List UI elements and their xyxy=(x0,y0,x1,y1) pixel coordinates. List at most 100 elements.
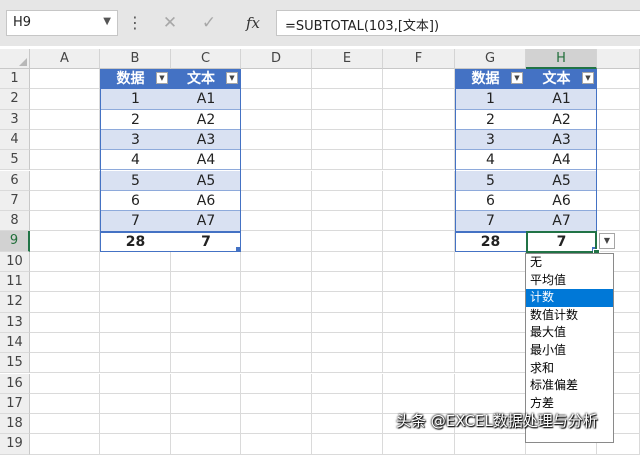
enter-icon[interactable]: ✓ xyxy=(199,10,219,36)
column-header-b[interactable]: B xyxy=(100,49,171,69)
grid-cell[interactable] xyxy=(30,190,100,212)
grid-cell[interactable] xyxy=(383,69,455,90)
right-table-cell-data[interactable]: 2 xyxy=(455,109,526,130)
total-dropdown-button[interactable]: ▼ xyxy=(599,233,615,250)
menu-item-6[interactable]: 求和 xyxy=(526,360,613,378)
left-table-cell-data[interactable]: 4 xyxy=(100,150,171,171)
grid-cell[interactable] xyxy=(241,434,312,455)
right-table-total-data[interactable]: 28 xyxy=(455,231,526,252)
grid-cell[interactable] xyxy=(455,373,526,394)
grid-cell[interactable] xyxy=(241,211,312,232)
left-table-total-data[interactable]: 28 xyxy=(100,231,171,252)
row-header-7[interactable]: 7 xyxy=(0,190,30,212)
row-header-5[interactable]: 5 xyxy=(0,150,30,171)
grid-cell[interactable] xyxy=(100,393,171,415)
more-options-icon[interactable]: ⋮ xyxy=(127,10,143,36)
grid-cell[interactable] xyxy=(597,150,640,171)
grid-cell[interactable] xyxy=(171,353,241,374)
grid-cell[interactable] xyxy=(100,292,171,313)
right-table-cell-data[interactable]: 3 xyxy=(455,129,526,151)
grid-cell[interactable] xyxy=(30,393,100,415)
grid-cell[interactable] xyxy=(241,272,312,293)
menu-item-1[interactable]: 平均值 xyxy=(526,272,613,290)
column-header-d[interactable]: D xyxy=(241,49,312,69)
grid-cell[interactable] xyxy=(383,292,455,313)
grid-cell[interactable] xyxy=(30,251,100,272)
grid-cell[interactable] xyxy=(383,190,455,212)
grid-cell[interactable] xyxy=(455,332,526,354)
row-header-17[interactable]: 17 xyxy=(0,393,30,415)
grid-cell[interactable] xyxy=(383,211,455,232)
grid-cell[interactable] xyxy=(30,129,100,151)
left-table-cell-text[interactable]: A5 xyxy=(171,170,241,191)
right-table-cell-text[interactable]: A4 xyxy=(526,150,597,171)
grid-cell[interactable] xyxy=(597,170,640,191)
grid-cell[interactable] xyxy=(455,251,526,272)
insert-function-button[interactable]: fx xyxy=(240,10,266,36)
column-header-e[interactable]: E xyxy=(312,49,383,69)
menu-item-7[interactable]: 标准偏差 xyxy=(526,377,613,395)
grid-cell[interactable] xyxy=(241,231,312,252)
grid-cell[interactable] xyxy=(312,150,383,171)
left-table-cell-data[interactable]: 3 xyxy=(100,129,171,151)
grid-cell[interactable] xyxy=(171,434,241,455)
grid-cell[interactable] xyxy=(383,272,455,293)
grid-cell[interactable] xyxy=(171,272,241,293)
row-header-10[interactable]: 10 xyxy=(0,251,30,272)
grid-cell[interactable] xyxy=(383,89,455,110)
filter-dropdown-icon[interactable]: ▼ xyxy=(582,72,594,84)
row-header-18[interactable]: 18 xyxy=(0,414,30,435)
left-table-cell-data[interactable]: 1 xyxy=(100,89,171,110)
right-table-cell-data[interactable]: 7 xyxy=(455,211,526,232)
grid-cell[interactable] xyxy=(312,434,383,455)
grid-cell[interactable] xyxy=(383,332,455,354)
grid-cell[interactable] xyxy=(30,211,100,232)
filter-dropdown-icon[interactable]: ▼ xyxy=(156,72,168,84)
left-table-cell-data[interactable]: 2 xyxy=(100,109,171,130)
row-header-8[interactable]: 8 xyxy=(0,211,30,232)
grid-cell[interactable] xyxy=(241,170,312,191)
menu-item-2[interactable]: 计数 xyxy=(526,289,613,307)
grid-cell[interactable] xyxy=(383,129,455,151)
grid-cell[interactable] xyxy=(455,312,526,333)
right-table-cell-text[interactable]: A1 xyxy=(526,89,597,110)
grid-cell[interactable] xyxy=(30,89,100,110)
grid-cell[interactable] xyxy=(241,69,312,90)
grid-cell[interactable] xyxy=(241,312,312,333)
grid-cell[interactable] xyxy=(100,353,171,374)
grid-cell[interactable] xyxy=(100,312,171,333)
grid-cell[interactable] xyxy=(100,373,171,394)
grid-cell[interactable] xyxy=(312,292,383,313)
row-header-3[interactable]: 3 xyxy=(0,109,30,130)
column-header-g[interactable]: G xyxy=(455,49,526,69)
grid-cell[interactable] xyxy=(100,251,171,272)
filter-dropdown-icon[interactable]: ▼ xyxy=(511,72,523,84)
grid-cell[interactable] xyxy=(312,129,383,151)
grid-cell[interactable] xyxy=(241,373,312,394)
grid-cell[interactable] xyxy=(171,373,241,394)
grid-cell[interactable] xyxy=(30,332,100,354)
row-header-16[interactable]: 16 xyxy=(0,373,30,394)
column-header-f[interactable]: F xyxy=(383,49,455,69)
column-header-partial[interactable] xyxy=(597,49,640,69)
grid-cell[interactable] xyxy=(241,129,312,151)
grid-cell[interactable] xyxy=(241,332,312,354)
left-table-cell-text[interactable]: A2 xyxy=(171,109,241,130)
grid-cell[interactable] xyxy=(30,150,100,171)
grid-cell[interactable] xyxy=(312,393,383,415)
right-table-cell-data[interactable]: 6 xyxy=(455,190,526,212)
row-header-9[interactable]: 9 xyxy=(0,231,30,252)
menu-item-3[interactable]: 数值计数 xyxy=(526,307,613,325)
grid-cell[interactable] xyxy=(241,89,312,110)
left-table-cell-data[interactable]: 7 xyxy=(100,211,171,232)
grid-cell[interactable] xyxy=(597,211,640,232)
left-table-cell-text[interactable]: A3 xyxy=(171,129,241,151)
grid-cell[interactable] xyxy=(455,434,526,455)
row-header-14[interactable]: 14 xyxy=(0,332,30,354)
grid-cell[interactable] xyxy=(312,231,383,252)
filter-dropdown-icon[interactable]: ▼ xyxy=(226,72,238,84)
grid-cell[interactable] xyxy=(312,373,383,394)
column-header-h[interactable]: H xyxy=(526,49,597,69)
grid-cell[interactable] xyxy=(312,414,383,435)
row-header-11[interactable]: 11 xyxy=(0,272,30,293)
